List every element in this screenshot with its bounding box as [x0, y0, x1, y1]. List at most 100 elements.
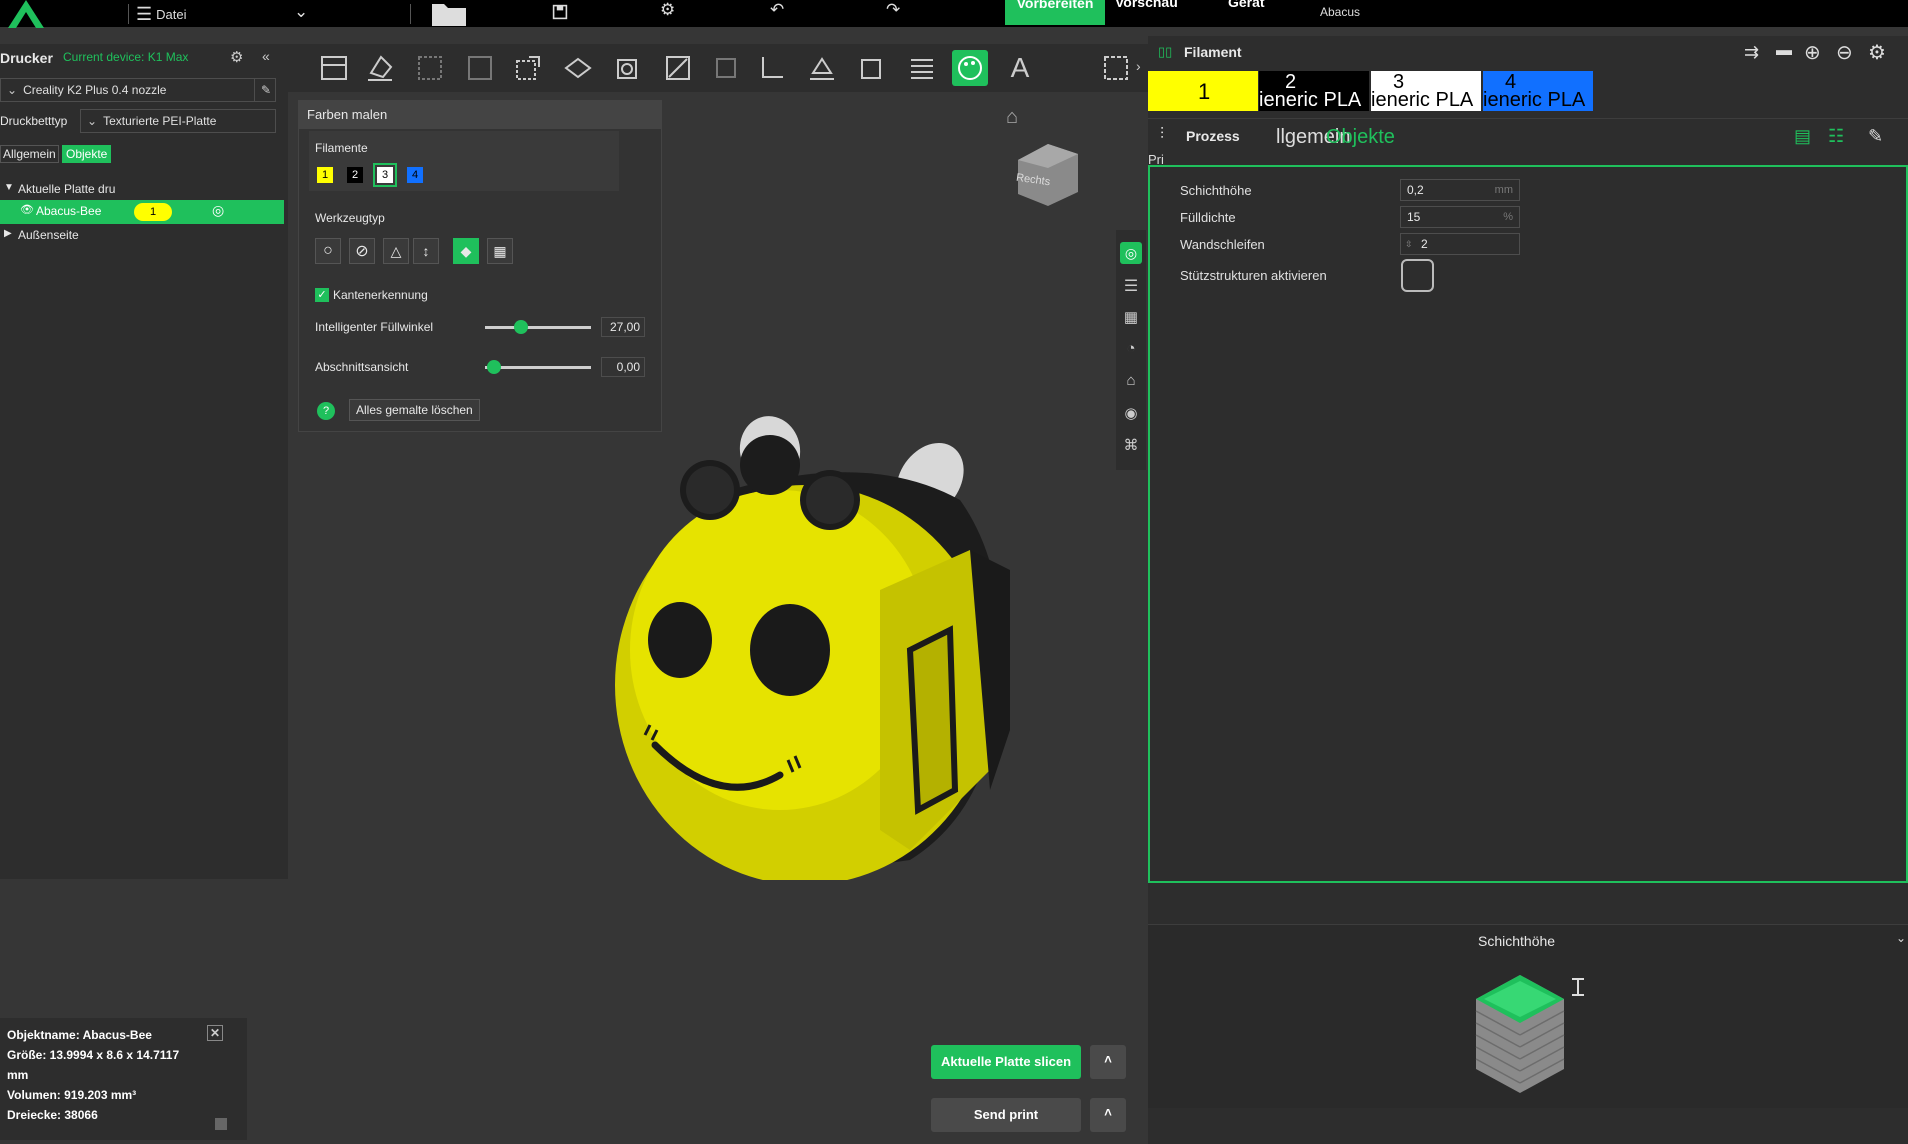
tab-objects[interactable]: Objekte — [62, 145, 112, 163]
view-cube[interactable]: Rechts — [1012, 140, 1084, 208]
filament-slot-1[interactable]: 1 — [1148, 71, 1258, 111]
layer-height-input[interactable]: 0,2 mm — [1400, 179, 1520, 201]
scale-button[interactable] — [510, 50, 546, 86]
fuzzy-skin-button[interactable] — [804, 50, 840, 86]
arrange-button[interactable] — [316, 50, 352, 86]
paint-palette-icon[interactable]: ◎ — [1120, 242, 1142, 264]
height-range-tool-button[interactable]: ↕ — [413, 238, 439, 264]
filament-swatch-4[interactable]: 4 — [407, 167, 423, 183]
filament-slot-4[interactable]: 4 ieneric PLA — [1483, 71, 1593, 111]
infill-input[interactable]: 15 % — [1400, 206, 1520, 228]
tree-outside-row[interactable]: ▶ Außenseite — [0, 226, 288, 246]
assembly-button[interactable] — [1098, 50, 1134, 86]
visibility-eye-icon[interactable]: 👁 — [20, 203, 34, 216]
filament-swatch-2[interactable]: 2 — [347, 167, 363, 183]
modifier-icon[interactable]: ⌘ — [1120, 436, 1142, 458]
filament-spool-icon[interactable]: ▬ — [1776, 42, 1792, 60]
infill-value: 15 — [1407, 210, 1421, 224]
printer-settings-icon[interactable]: ⚙ — [230, 48, 243, 66]
orient-button[interactable] — [462, 50, 498, 86]
filament-slot-2[interactable]: 2 ieneric PLA — [1259, 71, 1369, 111]
stepper-arrows-icon[interactable]: ⇳ — [1405, 234, 1413, 254]
cut-button[interactable] — [560, 50, 596, 86]
filament-swatch-3[interactable]: 3 — [373, 163, 397, 187]
filament-sync-icon[interactable]: ⇉ — [1744, 42, 1759, 63]
edge-detection-checkbox[interactable]: ✓ — [315, 288, 329, 302]
redo-icon[interactable]: ↷ — [886, 0, 900, 20]
cube-icon — [617, 59, 637, 79]
tree-plate-row[interactable]: ▼ Aktuelle Platte dru — [0, 180, 288, 200]
tab-preview[interactable]: Vorschau — [1115, 0, 1178, 10]
variable-layer-button[interactable] — [904, 50, 940, 86]
smart-fill-slider-track[interactable] — [485, 326, 591, 329]
section-view-slider-knob[interactable] — [487, 360, 501, 374]
collapse-preview-icon[interactable]: ⌄ — [1896, 931, 1906, 945]
walls-input[interactable]: ⇳ 2 — [1400, 233, 1520, 255]
support-paint-button[interactable] — [660, 50, 696, 86]
open-folder-icon[interactable] — [430, 0, 470, 28]
supports-checkbox[interactable] — [1401, 259, 1434, 292]
process-edit-icon[interactable]: ✎ — [1868, 126, 1883, 147]
support-icon[interactable]: ⌂ — [1120, 372, 1142, 394]
sphere-tool-button[interactable]: ⊘ — [349, 238, 375, 264]
color-paint-panel: Farben malen Filamente 1 2 3 4 Werkzeugt… — [298, 100, 662, 432]
bed-type-select[interactable]: ⌄ Texturierte PEI-Platte — [80, 109, 276, 133]
tree-object-row[interactable]: 👁 Abacus-Bee 1 ◎ — [0, 200, 284, 224]
filament-settings-icon[interactable]: ⚙ — [1868, 40, 1886, 65]
gap-fill-tool-button[interactable]: ▦ — [487, 238, 513, 264]
compare-icon[interactable]: ▤ — [1794, 126, 1811, 147]
add-filament-icon[interactable]: ⊕ — [1804, 40, 1821, 65]
close-info-icon[interactable]: ✕ — [207, 1025, 223, 1041]
gear-icon[interactable]: ⚙ — [660, 0, 675, 20]
help-icon[interactable]: ? — [317, 402, 335, 420]
undo-icon[interactable]: ↶ — [770, 0, 784, 20]
seam-button[interactable] — [708, 50, 744, 86]
send-options-button[interactable]: ˄ — [1090, 1098, 1126, 1132]
tab-prepare[interactable]: Vorbereiten — [1005, 0, 1105, 25]
file-menu-button[interactable]: ☰ Datei — [136, 4, 187, 24]
text-button[interactable]: A — [1002, 50, 1038, 86]
send-print-button[interactable]: Send print — [931, 1098, 1081, 1132]
collapse-sidebar-icon[interactable]: « — [262, 48, 270, 64]
target-icon[interactable]: ◉ — [1120, 404, 1142, 426]
filament-swatch-1[interactable]: 1 — [317, 167, 333, 183]
tab-general[interactable]: Allgemein — [0, 145, 59, 163]
process-sliders-icon: ⫶ — [1160, 126, 1165, 143]
place-on-face-button[interactable] — [362, 50, 398, 86]
clear-all-painting-button[interactable]: Alles gemalte löschen — [349, 399, 480, 421]
hollow-button[interactable] — [610, 50, 646, 86]
save-icon[interactable] — [552, 4, 568, 20]
object-filament-badge[interactable]: 1 — [134, 203, 172, 221]
mesh-boolean-button[interactable] — [854, 50, 890, 86]
remove-filament-icon[interactable]: ⊖ — [1836, 40, 1853, 65]
printer-preset-select[interactable]: ⌄ Creality K2 Plus 0.4 nozzle ✎ — [0, 78, 276, 102]
filament-slot-3[interactable]: 3 ieneric PLA — [1371, 71, 1481, 111]
list-view-icon[interactable]: ☷ — [1828, 126, 1844, 147]
layer-height-value: 0,2 — [1407, 183, 1424, 197]
app-logo-icon — [8, 0, 44, 28]
edit-icon[interactable]: ✎ — [253, 79, 271, 101]
measure-button[interactable] — [754, 50, 790, 86]
fill-tool-button[interactable]: ◆ — [453, 238, 479, 264]
slice-options-button[interactable]: ˄ — [1090, 1045, 1126, 1079]
multi-select-button[interactable] — [412, 50, 448, 86]
smart-fill-slider-knob[interactable] — [514, 320, 528, 334]
minimize-info-icon[interactable] — [215, 1118, 227, 1130]
paint-panel-header: Farben malen — [299, 101, 661, 129]
bee-model[interactable] — [610, 410, 1030, 880]
process-tab-objects[interactable]: Objekte — [1326, 126, 1395, 149]
expand-triangle-icon: ▼ — [4, 182, 14, 193]
speed-gauge-icon[interactable]: ◔ — [1120, 340, 1142, 362]
chevron-down-icon[interactable]: ⌄ — [294, 2, 308, 22]
section-view-value[interactable]: 0,00 — [601, 357, 645, 377]
toolbar-scroll-right-icon[interactable]: › — [1136, 58, 1141, 74]
layer-lines-icon[interactable]: ☰ — [1120, 276, 1142, 298]
smart-fill-value[interactable]: 27,00 — [601, 317, 645, 337]
triangle-tool-button[interactable]: △ — [383, 238, 409, 264]
tab-device[interactable]: Gerät — [1228, 0, 1265, 10]
slice-plate-button[interactable]: Aktuelle Platte slicen — [931, 1045, 1081, 1079]
circle-tool-button[interactable]: ○ — [315, 238, 341, 264]
infill-pattern-icon[interactable]: ▦ — [1120, 308, 1142, 330]
home-view-icon[interactable]: ⌂ — [1006, 106, 1018, 129]
color-paint-button[interactable] — [952, 50, 988, 86]
